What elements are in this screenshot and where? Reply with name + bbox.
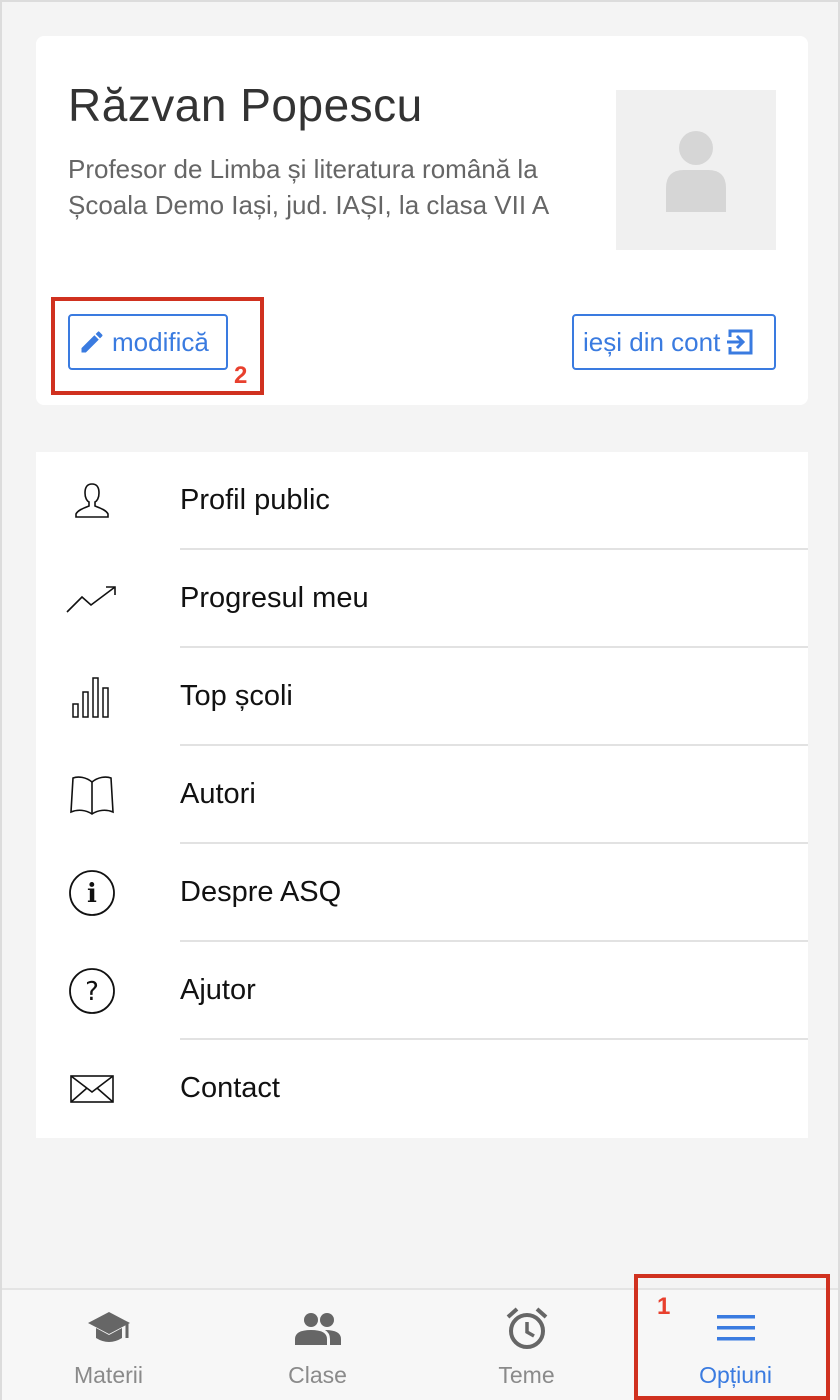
user-placeholder-icon [666,131,726,212]
tab-teme[interactable]: Teme [422,1290,631,1400]
trend-up-icon [66,578,118,620]
people-icon [213,1306,422,1350]
envelope-icon [66,1068,118,1110]
person-outline-icon [66,480,118,522]
logout-button[interactable]: ieși din cont [572,314,776,370]
question-icon: ? [66,968,118,1014]
logout-label: ieși din cont [583,326,721,357]
highlight-box-edit [51,297,264,395]
avatar[interactable] [616,90,776,250]
svg-text:?: ? [85,977,99,1007]
menu-label: Profil public [180,484,330,516]
step-marker-2: 2 [234,362,248,389]
graduation-cap-icon [4,1306,213,1350]
tab-label: Clase [288,1362,347,1388]
logout-icon [726,329,753,355]
open-book-icon [66,774,118,816]
profile-name: Răzvan Popescu [68,79,423,131]
tab-clase[interactable]: Clase [213,1290,422,1400]
menu-item-ajutor[interactable]: ? Ajutor [36,942,808,1040]
bar-chart-icon [66,676,118,718]
step-marker-1: 1 [657,1293,671,1320]
tab-label: Teme [498,1362,555,1388]
menu-label: Ajutor [180,974,256,1006]
tab-label: Materii [73,1362,143,1388]
menu-item-profil-public[interactable]: Profil public [36,452,808,550]
alarm-clock-icon [422,1306,631,1350]
menu-label: Top școli [180,680,293,712]
tab-materii[interactable]: Materii [4,1290,213,1400]
info-icon: i [66,870,118,916]
menu-item-autori[interactable]: Autori [36,746,808,844]
menu-item-despre-asq[interactable]: i Despre ASQ [36,844,808,942]
menu-item-contact[interactable]: Contact [36,1040,808,1138]
menu-item-top-scoli[interactable]: Top școli [36,648,808,746]
menu-item-progresul-meu[interactable]: Progresul meu [36,550,808,648]
profile-description: Profesor de Limba și literatura română l… [68,154,550,220]
menu-label: Contact [180,1072,280,1104]
menu-label: Despre ASQ [180,876,342,908]
menu-label: Progresul meu [180,582,369,614]
options-menu: Profil public Progresul meu Top școli Au… [36,452,808,1138]
svg-text:i: i [87,879,97,909]
menu-label: Autori [180,778,256,810]
